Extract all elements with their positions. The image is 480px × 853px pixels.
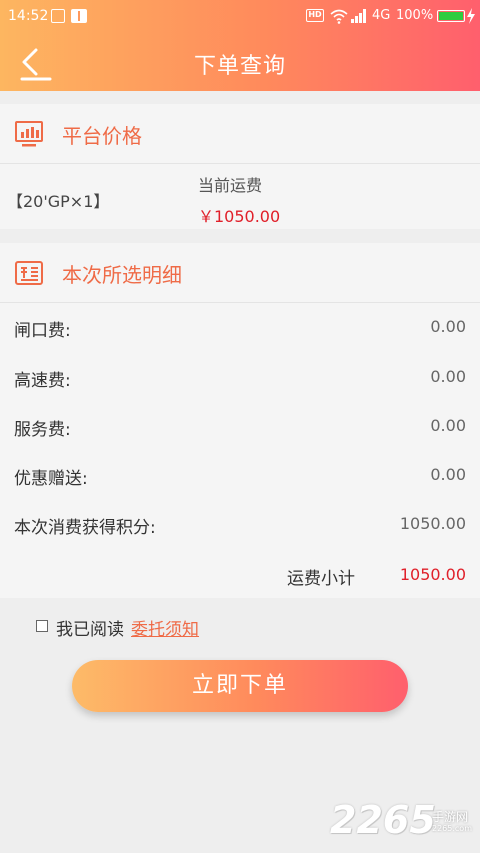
receipt-icon xyxy=(15,261,43,285)
fee-label: 本次消费获得积分: xyxy=(14,518,156,538)
list-item: 本次消费获得积分: 1050.00 xyxy=(0,509,480,539)
hd-icon: HD xyxy=(306,9,324,22)
details-header: 本次所选明细 xyxy=(0,243,480,303)
container-type: 【20'GP×1】 xyxy=(7,192,110,211)
submit-order-button[interactable]: 立即下单 xyxy=(72,660,408,712)
fee-label: 高速费: xyxy=(14,371,71,391)
charging-icon xyxy=(467,8,475,24)
current-freight-label: 当前运费 xyxy=(198,176,263,195)
page-title: 下单查询 xyxy=(193,54,286,79)
fee-label: 服务费: xyxy=(14,420,71,440)
usb-icon xyxy=(71,9,87,23)
status-time: 14:52 xyxy=(8,8,49,24)
watermark-text: 手游网 xyxy=(432,810,469,824)
signal-icon xyxy=(351,9,366,23)
list-item: 优惠赠送: 0.00 xyxy=(0,460,480,490)
list-item: 服务费: 0.00 xyxy=(0,411,480,441)
platform-price-title: 平台价格 xyxy=(62,124,142,148)
fee-value: 0.00 xyxy=(430,416,466,435)
agree-checkbox[interactable] xyxy=(36,620,48,632)
screenshot-icon xyxy=(51,9,65,23)
watermark-number: 2265 xyxy=(330,798,436,842)
details-title: 本次所选明细 xyxy=(62,263,182,287)
nav-bar: 下单查询 xyxy=(0,32,480,91)
fee-value: 0.00 xyxy=(430,465,466,484)
battery-icon xyxy=(437,10,465,22)
battery-percent: 100% xyxy=(396,8,434,23)
monitor-chart-icon xyxy=(15,121,43,147)
status-bar: 14:52 HD 4G 100% xyxy=(0,0,480,32)
list-item: 闸口费: 0.00 xyxy=(0,312,480,342)
watermark-url: 2265.com xyxy=(432,824,472,833)
fee-value: 0.00 xyxy=(430,367,466,386)
fee-value: 0.00 xyxy=(430,317,466,336)
fee-value: 1050.00 xyxy=(399,514,466,533)
wifi-icon xyxy=(330,9,348,24)
watermark: 2265 手游网 2265.com xyxy=(330,798,480,844)
agree-text: 我已阅读 xyxy=(56,620,124,640)
list-item: 高速费: 0.00 xyxy=(0,362,480,392)
terms-link[interactable]: 委托须知 xyxy=(131,615,199,640)
fee-label: 闸口费: xyxy=(14,321,71,341)
platform-price-card: 平台价格 【20'GP×1】 当前运费 ￥1050.00 xyxy=(0,104,480,229)
details-card: 本次所选明细 闸口费: 0.00 高速费: 0.00 服务费: 0.00 优惠赠… xyxy=(0,243,480,598)
platform-price-header: 平台价格 xyxy=(0,104,480,164)
subtotal-label: 运费小计 xyxy=(287,569,355,589)
current-freight-value: ￥1050.00 xyxy=(198,207,281,226)
network-type: 4G xyxy=(372,8,391,23)
fee-label: 优惠赠送: xyxy=(14,469,88,489)
subtotal-value: 1050.00 xyxy=(399,565,466,584)
